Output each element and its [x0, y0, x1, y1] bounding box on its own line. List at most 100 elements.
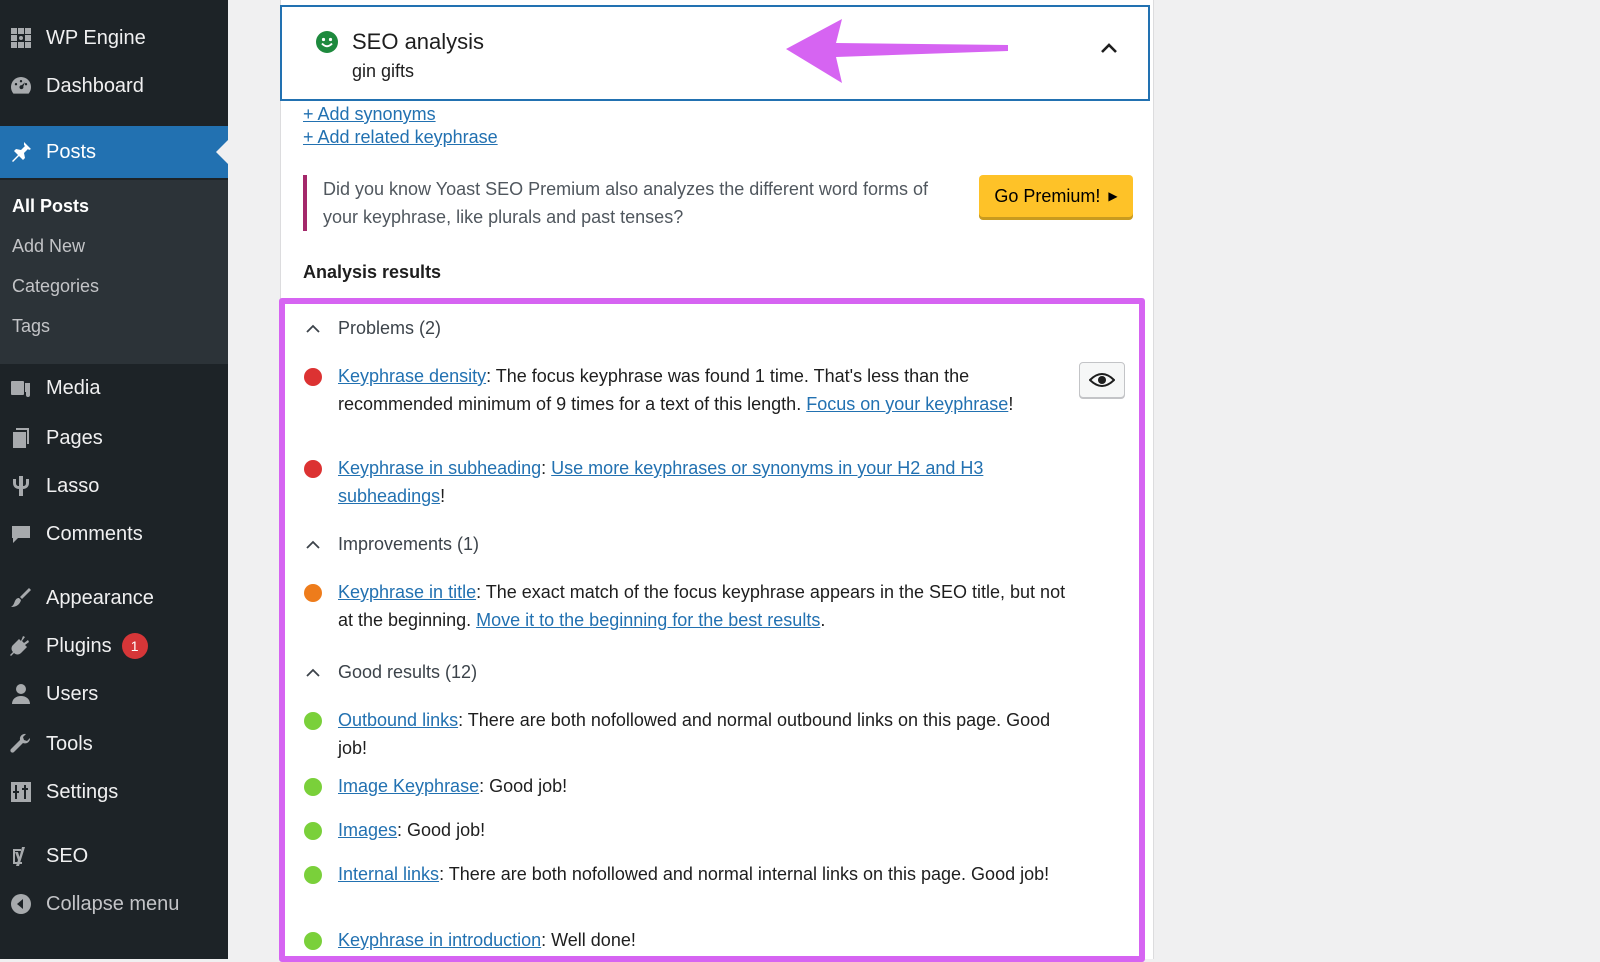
menu-dashboard[interactable]: Dashboard — [0, 64, 228, 108]
menu-media[interactable]: Media — [0, 366, 228, 410]
result-item: Keyphrase density: The focus keyphrase w… — [338, 362, 1078, 418]
result-end: . — [820, 610, 826, 630]
problem-bullet — [304, 460, 322, 478]
submenu-tags[interactable]: Tags — [12, 316, 50, 337]
add-synonyms-link[interactable]: + Add synonyms — [303, 104, 436, 125]
menu-label: Tools — [46, 732, 93, 755]
result-item: Images: Good job! — [338, 816, 1078, 844]
result-text: : — [541, 458, 552, 478]
appearance-icon — [8, 585, 34, 611]
result-item: Keyphrase in introduction: Well done! — [338, 926, 1078, 954]
pages-icon — [8, 425, 34, 451]
result-end: ! — [1008, 394, 1014, 414]
menu-plugins[interactable]: Plugins 1 — [0, 624, 228, 668]
menu-lasso[interactable]: Lasso — [0, 464, 228, 508]
good-bullet — [304, 866, 322, 884]
menu-seo[interactable]: SEO — [0, 834, 228, 878]
chevron-up-icon — [306, 540, 320, 549]
caret-right-icon: ▶ — [1108, 189, 1118, 203]
move-to-beginning-link[interactable]: Move it to the beginning for the best re… — [476, 610, 820, 630]
focus-keyphrase: gin gifts — [352, 61, 415, 81]
seo-analysis-title: SEO analysis — [352, 29, 485, 54]
media-icon — [8, 375, 34, 401]
active-indicator — [216, 140, 228, 164]
posts-submenu: All Posts Add New Categories Tags — [0, 180, 228, 364]
keyphrase-in-subheading-link[interactable]: Keyphrase in subheading — [338, 458, 541, 478]
seo-analysis-header[interactable]: SEO analysis gin gifts — [280, 5, 1150, 101]
add-related-keyphrase-link[interactable]: + Add related keyphrase — [303, 127, 498, 148]
improvements-toggle[interactable]: Improvements (1) — [304, 534, 479, 555]
admin-sidebar: WP Engine Dashboard Posts All Posts Add … — [0, 0, 228, 959]
result-text: : Good job! — [397, 820, 486, 840]
result-item: Keyphrase in title: The exact match of t… — [338, 578, 1078, 634]
menu-label: Appearance — [46, 586, 154, 609]
premium-notice-text: Did you know Yoast SEO Premium also anal… — [323, 179, 928, 227]
good-bullet — [304, 712, 322, 730]
yoast-icon — [8, 843, 34, 869]
images-link[interactable]: Images — [338, 820, 397, 840]
image-keyphrase-link[interactable]: Image Keyphrase — [338, 776, 479, 796]
good-bullet — [304, 778, 322, 796]
pushpin-icon — [8, 139, 34, 165]
keyphrase-density-link[interactable]: Keyphrase density — [338, 366, 486, 386]
premium-notice: Did you know Yoast SEO Premium also anal… — [303, 175, 1137, 231]
result-item: Image Keyphrase: Good job! — [338, 772, 1078, 800]
result-item: Keyphrase in subheading: Use more keyphr… — [338, 454, 1078, 510]
menu-appearance[interactable]: Appearance — [0, 576, 228, 620]
plugins-update-badge: 1 — [121, 633, 148, 659]
wp-engine-icon — [8, 25, 34, 51]
internal-links-link[interactable]: Internal links — [338, 864, 439, 884]
settings-icon — [8, 779, 34, 805]
menu-label: Plugins — [46, 634, 112, 657]
menu-label: WP Engine — [46, 26, 146, 49]
good-results-label: Good results (12) — [338, 662, 478, 682]
result-text: : Well done! — [541, 930, 636, 950]
result-text: : There are both nofollowed and normal i… — [439, 864, 1050, 884]
collapse-label: Collapse menu — [46, 892, 180, 915]
problems-toggle[interactable]: Problems (2) — [304, 318, 441, 339]
good-results-toggle[interactable]: Good results (12) — [304, 662, 477, 683]
comments-icon — [8, 521, 34, 547]
keyphrase-in-introduction-link[interactable]: Keyphrase in introduction — [338, 930, 541, 950]
menu-users[interactable]: Users — [0, 672, 228, 716]
result-item: Outbound links: There are both nofollowe… — [338, 706, 1078, 762]
highlight-toggle-button[interactable] — [1079, 362, 1125, 398]
submenu-categories[interactable]: Categories — [12, 276, 99, 297]
go-premium-button[interactable]: Go Premium! ▶ — [979, 175, 1133, 217]
problem-bullet — [304, 368, 322, 386]
result-end: ! — [440, 486, 446, 506]
menu-posts[interactable]: Posts — [0, 126, 228, 178]
menu-settings[interactable]: Settings — [0, 770, 228, 814]
submenu-add-new[interactable]: Add New — [12, 236, 85, 257]
menu-pages[interactable]: Pages — [0, 416, 228, 460]
chevron-up-icon — [306, 668, 320, 677]
menu-comments[interactable]: Comments — [0, 512, 228, 556]
menu-label: Users — [46, 682, 99, 705]
menu-label: Settings — [46, 780, 119, 803]
smiley-icon — [316, 31, 338, 53]
menu-label: Dashboard — [46, 74, 144, 97]
menu-label: Pages — [46, 426, 103, 449]
keyphrase-in-title-link[interactable]: Keyphrase in title — [338, 582, 476, 602]
lasso-icon — [8, 473, 34, 499]
collapse-menu-button[interactable]: Collapse menu — [0, 882, 228, 926]
menu-label: Media — [46, 376, 101, 399]
problems-label: Problems (2) — [338, 318, 442, 338]
menu-label: Lasso — [46, 474, 100, 497]
menu-wp-engine[interactable]: WP Engine — [0, 16, 228, 60]
menu-label: SEO — [46, 844, 89, 867]
good-bullet — [304, 822, 322, 840]
collapse-icon — [8, 891, 34, 917]
submenu-all-posts[interactable]: All Posts — [12, 196, 89, 217]
plugins-icon — [8, 633, 34, 659]
chevron-up-icon[interactable] — [1098, 37, 1120, 59]
tools-icon — [8, 731, 34, 757]
improvement-bullet — [304, 584, 322, 602]
dashboard-icon — [8, 73, 34, 99]
menu-label: Comments — [46, 522, 143, 545]
outbound-links-link[interactable]: Outbound links — [338, 710, 458, 730]
analysis-results-heading: Analysis results — [303, 262, 442, 282]
focus-keyphrase-link[interactable]: Focus on your keyphrase — [806, 394, 1008, 414]
chevron-up-icon — [306, 324, 320, 333]
menu-tools[interactable]: Tools — [0, 722, 228, 766]
